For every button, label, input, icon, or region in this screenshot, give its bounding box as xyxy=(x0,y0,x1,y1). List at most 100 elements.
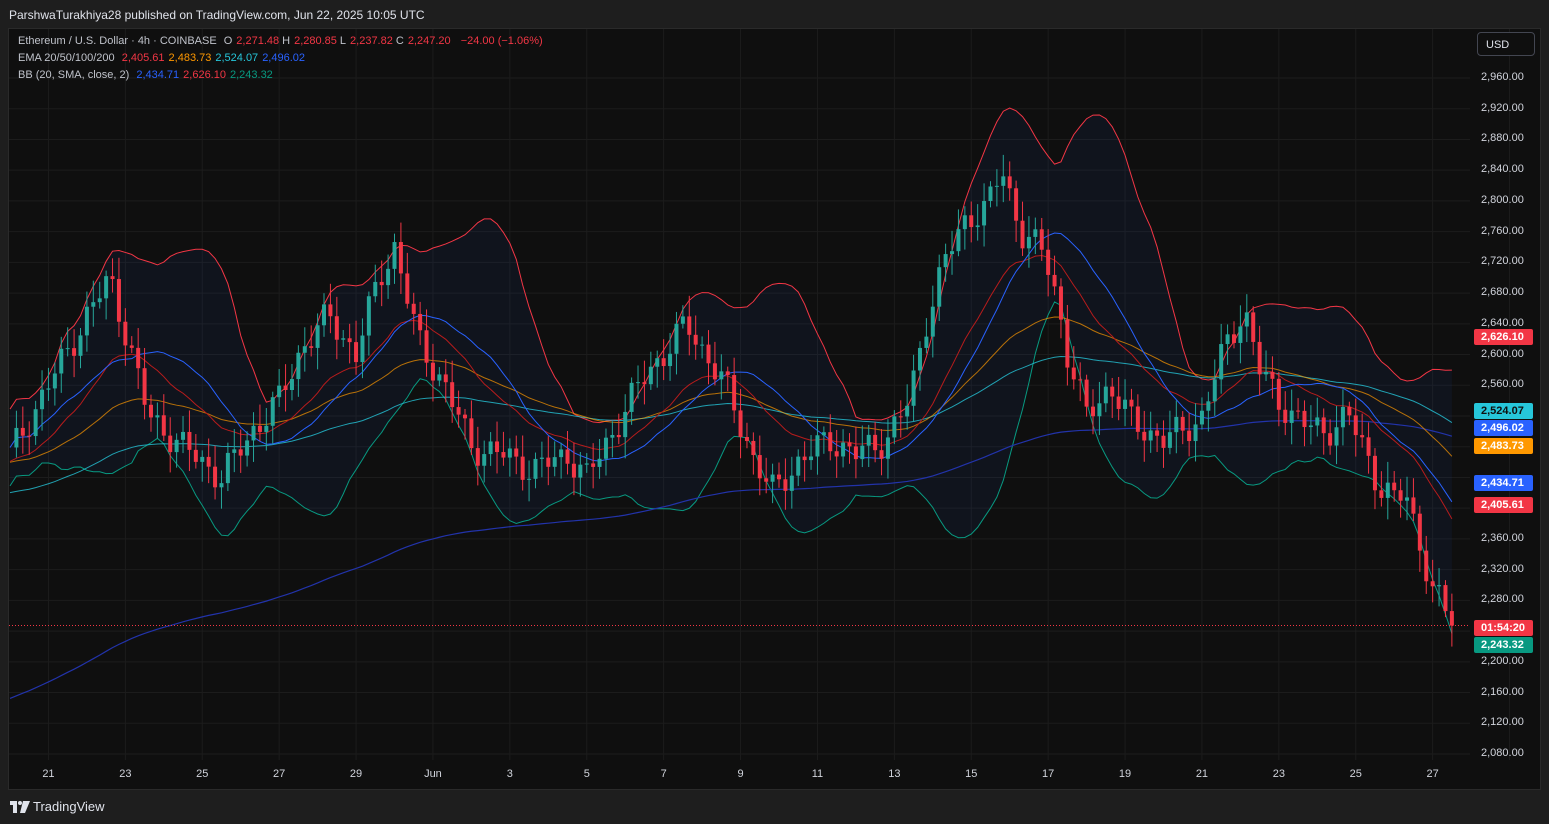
candle-body xyxy=(1084,379,1089,407)
price-tick-label: 2,120.00 xyxy=(1481,716,1524,729)
candle-body xyxy=(789,475,794,491)
candle-body xyxy=(603,437,608,459)
candle-body xyxy=(386,268,391,286)
candle-body xyxy=(148,404,153,418)
candle-body xyxy=(629,382,634,412)
candle-body xyxy=(693,334,698,345)
candle-body xyxy=(757,455,762,479)
bb-legend[interactable]: BB (20, SMA, close, 2) 2,434.71 2,626.10 2… xyxy=(18,69,281,81)
candle-body xyxy=(1264,371,1269,375)
candle-body xyxy=(1308,425,1313,428)
candle-body xyxy=(802,456,807,461)
candle-body xyxy=(315,325,320,348)
candle-body xyxy=(1174,416,1179,433)
candle-body xyxy=(200,456,205,462)
price-tick-label: 2,640.00 xyxy=(1481,316,1524,329)
time-tick-label: 25 xyxy=(196,768,209,780)
candle-body xyxy=(72,348,77,356)
bb-label: BB (20, SMA, close, 2) xyxy=(18,69,130,81)
bb-value: 2,243.32 xyxy=(229,69,273,81)
candle-body xyxy=(52,373,57,389)
candle-body xyxy=(520,456,525,480)
candle-body xyxy=(1372,455,1377,491)
tradingview-brand[interactable]: TradingView xyxy=(10,799,105,814)
candle-body xyxy=(623,411,628,438)
candle-body xyxy=(1340,406,1345,428)
candle-body xyxy=(1052,274,1057,287)
price-badge: 2,405.61 xyxy=(1474,497,1533,513)
candle-body xyxy=(1187,430,1192,442)
candle-body xyxy=(1001,176,1006,186)
price-tick-label: 2,720.00 xyxy=(1481,255,1524,268)
candle-body xyxy=(110,276,115,280)
candle-body xyxy=(65,348,70,350)
time-tick-label: 19 xyxy=(1118,768,1132,780)
candle-body xyxy=(956,229,961,252)
candle-body xyxy=(1430,581,1435,587)
candle-body xyxy=(1244,312,1249,327)
candle-body xyxy=(14,427,19,448)
candle-body xyxy=(437,374,442,381)
candle-body xyxy=(334,316,339,340)
candle-body xyxy=(430,362,435,381)
candle-body xyxy=(1296,410,1301,412)
price-chart[interactable] xyxy=(0,0,1549,824)
candle-body xyxy=(373,281,378,297)
ohlc-value: 2,247.20 xyxy=(407,35,451,47)
candle-body xyxy=(898,416,903,418)
price-tick-label: 2,160.00 xyxy=(1481,685,1524,698)
candle-body xyxy=(91,302,96,307)
ema-label: EMA 20/50/100/200 xyxy=(18,52,115,64)
candle-body xyxy=(648,366,653,385)
candle-body xyxy=(296,352,301,380)
candle-body xyxy=(655,358,660,367)
candle-body xyxy=(1353,415,1358,436)
price-tick-label: 2,960.00 xyxy=(1481,71,1524,83)
candle-body xyxy=(764,478,769,482)
tradingview-logo-icon xyxy=(10,800,30,813)
candle-body xyxy=(1071,367,1076,380)
ohlc-value: 2,237.82 xyxy=(350,35,393,47)
footer-bar xyxy=(0,790,1549,824)
candle-body xyxy=(1334,427,1339,446)
candle-body xyxy=(1443,585,1448,612)
candle-body xyxy=(738,410,743,438)
time-tick-label: 27 xyxy=(1426,768,1439,780)
candle-body xyxy=(1379,490,1384,498)
candle-body xyxy=(597,458,602,467)
candle-body xyxy=(354,342,359,363)
candle-body xyxy=(911,370,916,406)
candle-body xyxy=(783,479,788,491)
candle-body xyxy=(636,382,641,384)
candle-body xyxy=(97,298,102,303)
candle-body xyxy=(552,457,557,467)
time-tick-label: 17 xyxy=(1042,768,1055,780)
candle-body xyxy=(84,306,89,336)
price-tick-label: 2,600.00 xyxy=(1481,347,1524,360)
candle-body xyxy=(1206,401,1211,411)
time-tick-label: 27 xyxy=(273,768,286,780)
candle-body xyxy=(1097,403,1102,417)
currency-button[interactable]: USD xyxy=(1477,32,1535,56)
candle-body xyxy=(1142,431,1147,441)
candle-body xyxy=(501,452,506,458)
ema-legend[interactable]: EMA 20/50/100/200 2,405.61 2,483.73 2,524.… xyxy=(18,52,313,64)
candle-body xyxy=(27,435,32,437)
candle-body xyxy=(181,431,186,440)
ema-value: 2,483.73 xyxy=(168,52,212,64)
candle-body xyxy=(1302,410,1307,428)
price-tick-label: 2,680.00 xyxy=(1481,286,1524,299)
candle-body xyxy=(744,437,749,441)
candle-body xyxy=(885,437,890,459)
candle-body xyxy=(1231,334,1236,343)
candle-body xyxy=(213,466,218,488)
ohlc-key: H xyxy=(282,35,291,47)
candle-body xyxy=(1366,437,1371,456)
candle-body xyxy=(571,463,576,478)
candle-body xyxy=(104,276,109,299)
candle-body xyxy=(1091,406,1096,417)
candle-body xyxy=(847,442,852,447)
symbol-legend[interactable]: Ethereum / U.S. Dollar · 4h · COINBASE O… xyxy=(18,35,547,47)
candle-body xyxy=(1321,417,1326,434)
candle-body xyxy=(751,440,756,456)
